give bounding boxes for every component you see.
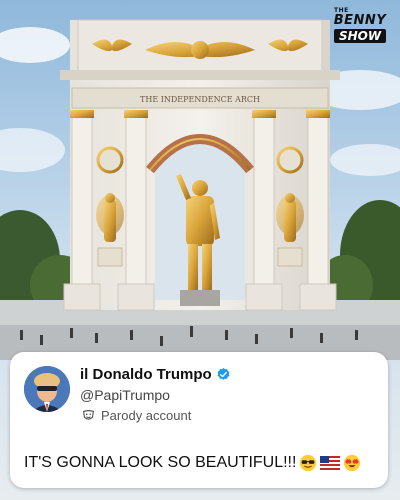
handle[interactable]: @PapiTrumpo bbox=[80, 387, 170, 403]
author-name-row: il Donaldo Trumpo bbox=[80, 366, 231, 383]
parody-masks-icon bbox=[82, 410, 95, 420]
parody-label: Parody account bbox=[101, 408, 192, 423]
display-name[interactable]: il Donaldo Trumpo bbox=[80, 366, 212, 383]
avatar[interactable] bbox=[24, 366, 70, 412]
tweet-text: IT'S GONNA LOOK SO BEAUTIFUL!!! bbox=[24, 454, 297, 471]
parody-label-row: Parody account bbox=[82, 408, 191, 423]
heart-eyes-face-emoji-icon bbox=[344, 454, 361, 472]
logo-line-show: SHOW bbox=[333, 29, 387, 43]
benny-show-logo: THE BENNY SHOW bbox=[328, 8, 392, 43]
verified-badge-icon bbox=[217, 367, 230, 380]
sunglasses-face-emoji-icon bbox=[300, 454, 317, 472]
monument-inscription: THE INDEPENDENCE ARCH bbox=[140, 95, 260, 104]
tweet-card[interactable]: il Donaldo Trumpo @PapiTrumpo Parody acc… bbox=[10, 352, 388, 488]
us-flag-emoji-icon bbox=[320, 456, 341, 470]
tweet-body: IT'S GONNA LOOK SO BEAUTIFUL!!! bbox=[24, 454, 361, 472]
logo-line-benny: BENNY bbox=[333, 13, 387, 28]
